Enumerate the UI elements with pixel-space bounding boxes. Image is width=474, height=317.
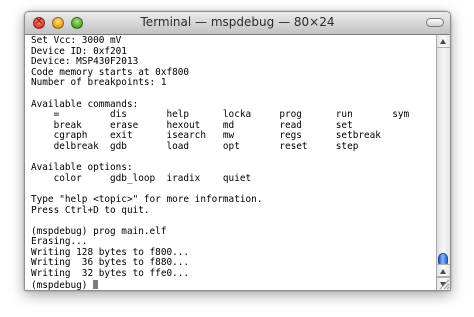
title-bar[interactable]: Terminal — mspdebug — 80×24 <box>25 12 450 35</box>
terminal-line-text: (mspdebug) <box>31 279 94 290</box>
terminal-line-text: Code memory starts at 0xf800 <box>31 66 190 78</box>
terminal-line: Writing 32 bytes to ffe0... <box>31 268 435 280</box>
terminal-line-text: Device ID: 0xf201 <box>31 45 127 57</box>
terminal-line-text: break erase hexout md read set <box>31 119 353 131</box>
terminal-output[interactable]: Set Vcc: 3000 mV Device ID: 0xf201 Device:… <box>25 35 435 290</box>
scroll-up-arrow-icon[interactable] <box>437 264 450 277</box>
terminal-line-text: Available commands: <box>31 98 139 110</box>
terminal-window: Terminal — mspdebug — 80×24 Set Vcc: 300… <box>24 11 451 291</box>
terminal-line-text: Erasing... <box>31 236 88 248</box>
vertical-scrollbar[interactable] <box>436 35 450 290</box>
terminal-line: (mspdebug) prog main.elf <box>31 225 435 238</box>
terminal-line-text: Available options: <box>31 162 133 174</box>
terminal-line-text: Number of breakpoints: 1 <box>31 77 167 89</box>
scroll-up-top-arrow-icon[interactable] <box>437 35 450 48</box>
terminal-line: delbreak gdb load opt reset step <box>31 140 435 153</box>
terminal-line-text: Device: MSP430F2013 <box>31 56 139 68</box>
terminal-line: Press Ctrl+D to quit. <box>31 204 435 217</box>
terminal-line-text: Type "help <topic>" for more information… <box>31 193 263 205</box>
terminal-line: color gdb_loop iradix quiet <box>31 172 435 185</box>
terminal-line-text: delbreak gdb load opt reset step <box>31 140 359 152</box>
terminal-line-text: color gdb_loop iradix quiet <box>31 172 252 184</box>
toolbar-toggle-pill-icon[interactable] <box>426 18 444 27</box>
terminal-line-text: (mspdebug) prog main.elf <box>31 225 167 237</box>
terminal-line-text: cgraph exit isearch mw regs setbreak <box>31 130 381 142</box>
text-cursor <box>93 279 99 289</box>
terminal-line-text: Writing 32 bytes to ffe0... <box>31 268 190 280</box>
terminal-line: (mspdebug) <box>31 279 435 290</box>
resize-grip-icon[interactable] <box>437 277 450 290</box>
terminal-line-text: Press Ctrl+D to quit. <box>31 204 150 216</box>
terminal-line-text: Writing 128 bytes to f800... <box>31 246 190 258</box>
terminal-line: Number of breakpoints: 1 <box>31 78 435 89</box>
terminal-line-text: Writing 36 bytes to f880... <box>31 257 190 269</box>
window-title: Terminal — mspdebug — 80×24 <box>140 15 335 29</box>
terminal-line-text: Set Vcc: 3000 mV <box>31 35 122 46</box>
terminal-line-text: = dis help locka prog run sym <box>31 109 410 121</box>
